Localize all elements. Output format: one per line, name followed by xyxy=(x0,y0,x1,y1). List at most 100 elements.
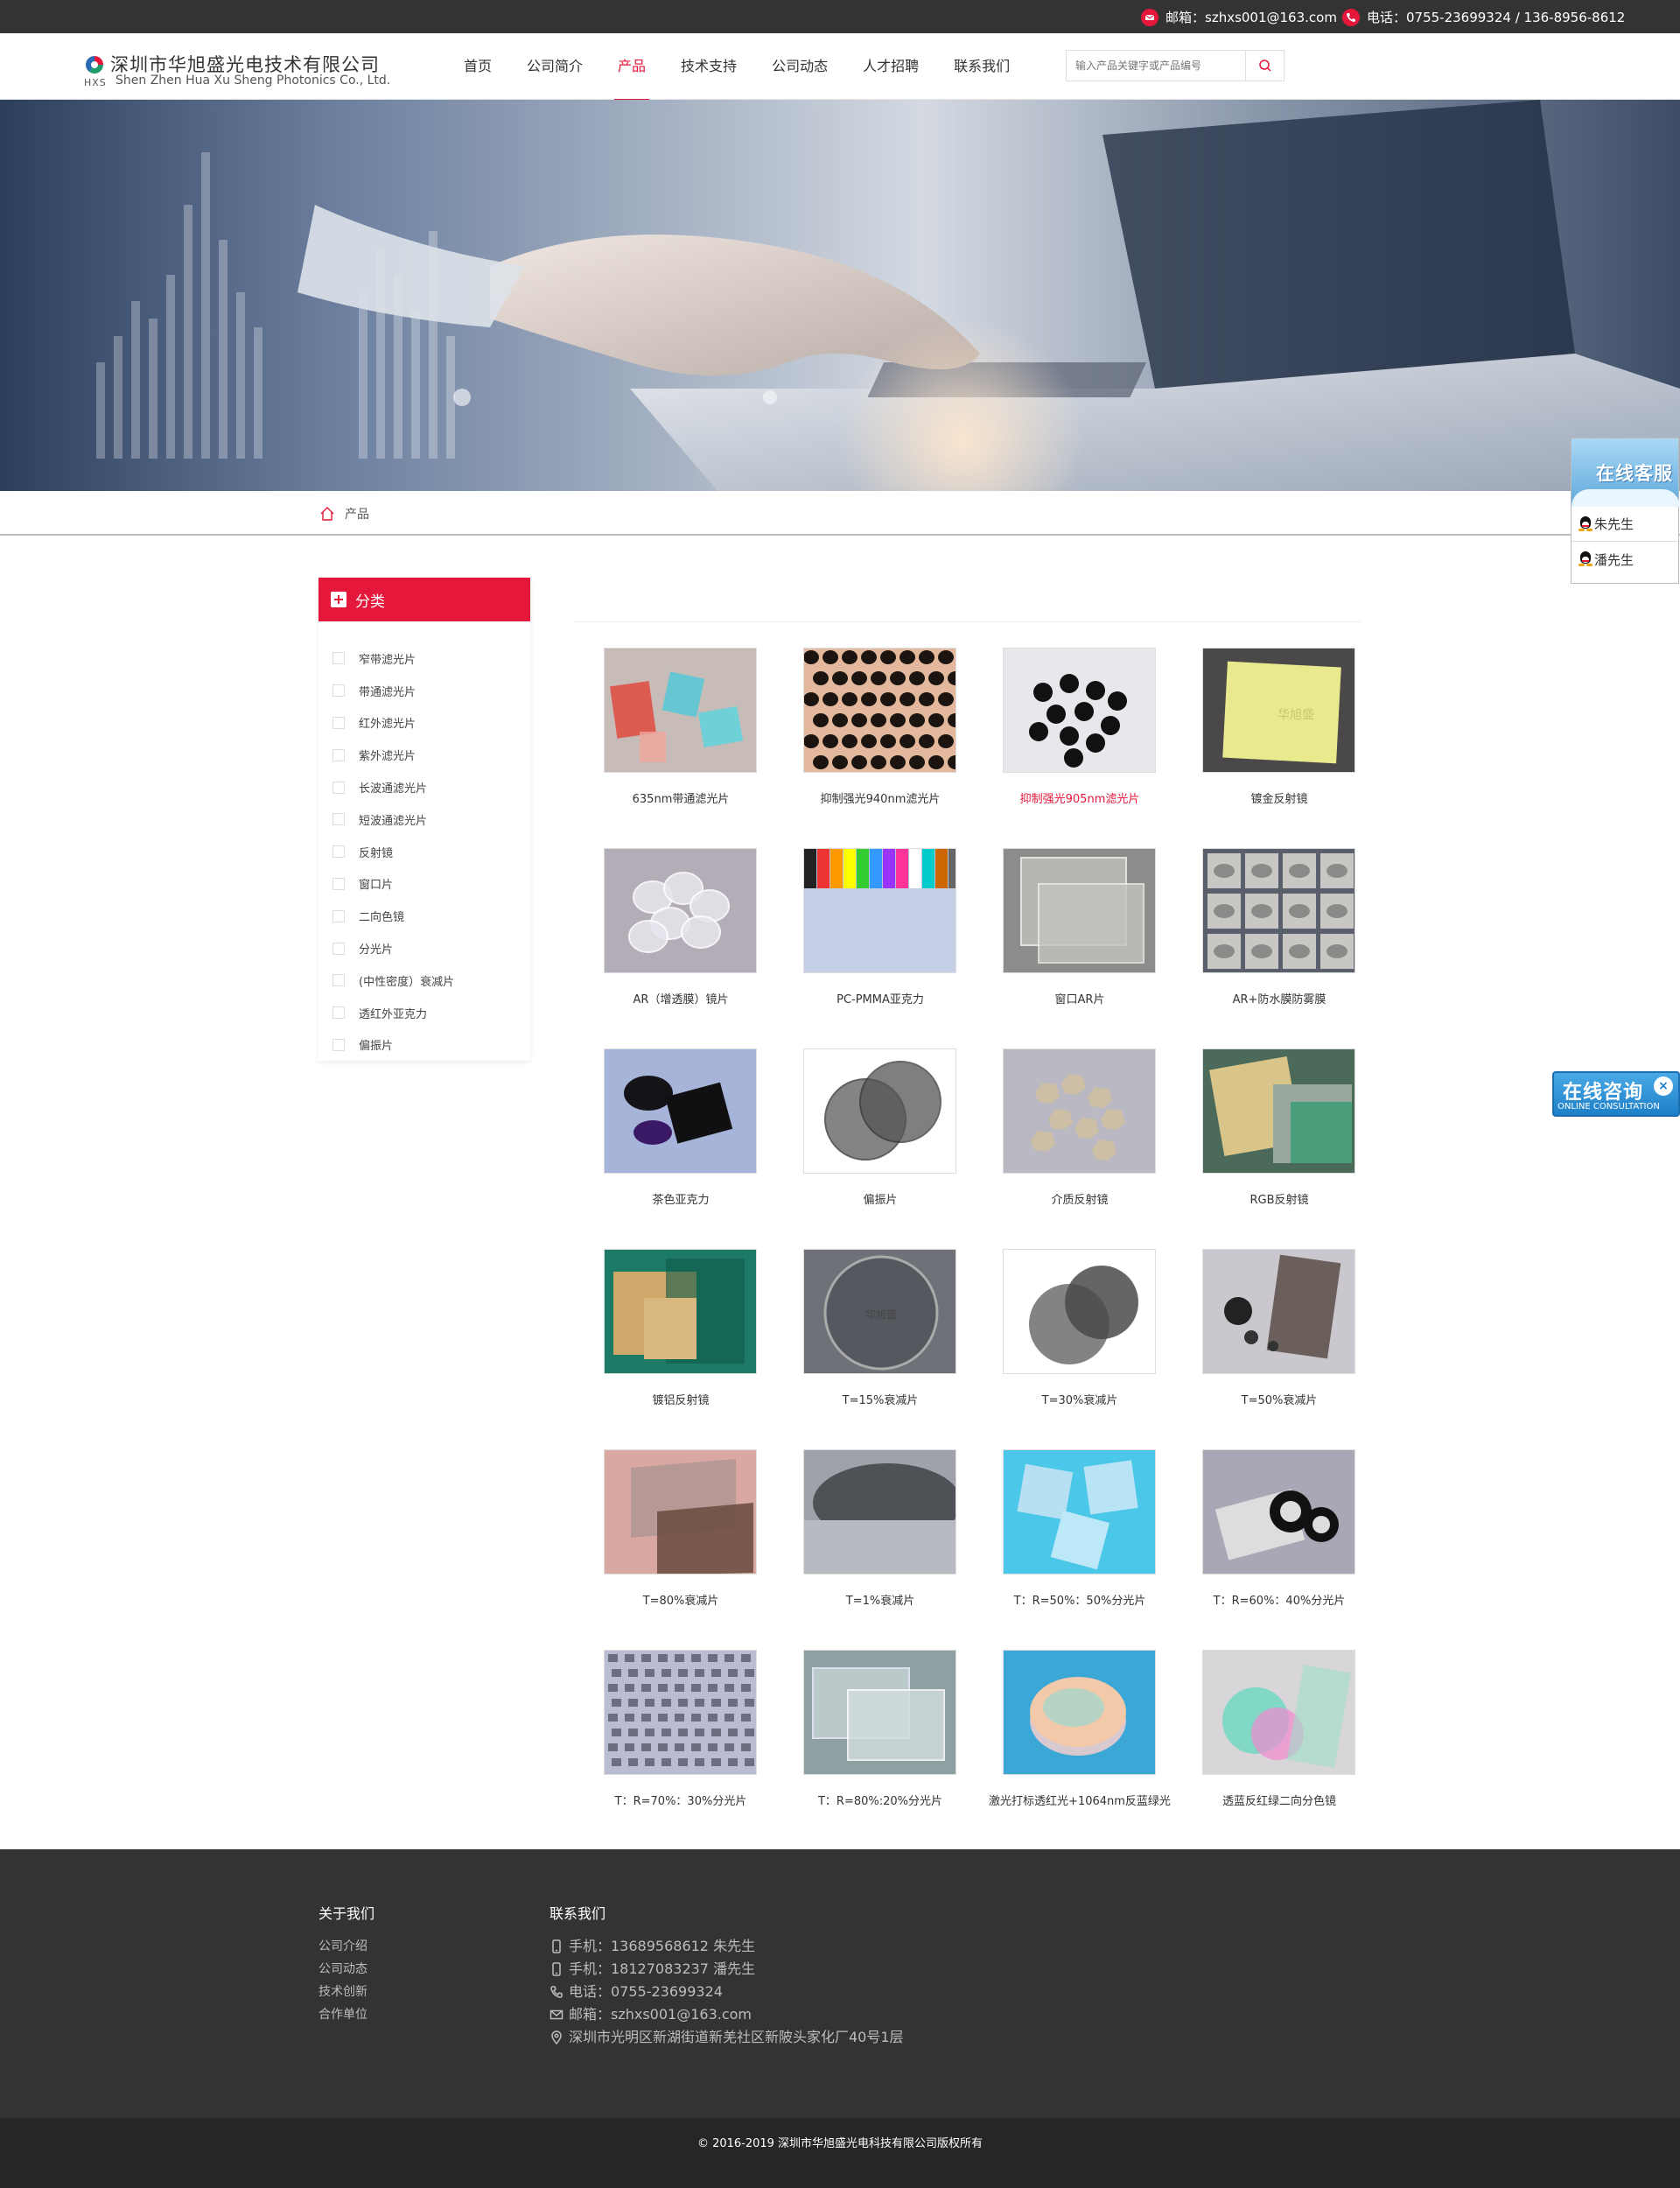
nav-news[interactable]: 公司动态 xyxy=(754,33,845,100)
product-title[interactable]: 镀金反射镜 xyxy=(1187,792,1371,807)
product-image[interactable] xyxy=(604,848,757,973)
home-icon[interactable] xyxy=(318,505,336,522)
product-title[interactable]: T=80%衰减片 xyxy=(589,1594,773,1609)
product-title[interactable]: 透蓝反红绿二向分色镜 xyxy=(1187,1794,1371,1809)
product-image[interactable] xyxy=(604,1650,757,1775)
product-title[interactable]: 偏振片 xyxy=(788,1193,972,1208)
service-agent-link[interactable]: 朱先生 xyxy=(1572,507,1678,542)
product-image[interactable] xyxy=(1202,1048,1355,1174)
product-card[interactable]: 抑制强光940nm滤光片 xyxy=(803,648,956,807)
product-image[interactable] xyxy=(604,1449,757,1574)
product-card[interactable]: T=1%衰减片 xyxy=(803,1449,956,1609)
category-item[interactable]: 反射镜 xyxy=(318,836,530,868)
search-input[interactable] xyxy=(1067,51,1245,81)
product-title[interactable]: AR+防水膜防雾膜 xyxy=(1187,992,1371,1007)
product-image[interactable] xyxy=(1202,1449,1355,1574)
product-card[interactable]: 透蓝反红绿二向分色镜 xyxy=(1202,1650,1355,1809)
category-item[interactable]: 带通滤光片 xyxy=(318,675,530,707)
product-image[interactable] xyxy=(1003,648,1156,773)
product-card[interactable]: T=30%衰减片 xyxy=(1003,1249,1156,1408)
product-title[interactable]: T：R=80%:20%分光片 xyxy=(788,1794,972,1809)
product-image[interactable] xyxy=(1003,1249,1156,1374)
nav-home[interactable]: 首页 xyxy=(446,33,509,100)
product-card[interactable]: 偏振片 xyxy=(803,1048,956,1208)
product-title[interactable]: 窗口AR片 xyxy=(988,992,1172,1007)
product-card[interactable]: 华旭盛 T=15%衰减片 xyxy=(803,1249,956,1408)
category-item[interactable]: 偏振片 xyxy=(318,1029,530,1062)
product-card[interactable]: 介质反射镜 xyxy=(1003,1048,1156,1208)
search-button[interactable] xyxy=(1245,51,1284,81)
nav-tech-support[interactable]: 技术支持 xyxy=(663,33,754,100)
product-title[interactable]: 茶色亚克力 xyxy=(589,1193,773,1208)
category-item[interactable]: 窗口片 xyxy=(318,868,530,901)
category-item[interactable]: 紫外滤光片 xyxy=(318,739,530,771)
category-item[interactable]: 分光片 xyxy=(318,932,530,964)
product-card[interactable]: 激光打标透红光+1064nm反蓝绿光 xyxy=(989,1650,1171,1809)
product-title[interactable]: T=15%衰减片 xyxy=(788,1393,972,1408)
nav-careers[interactable]: 人才招聘 xyxy=(845,33,936,100)
footer-link[interactable]: 技术创新 xyxy=(318,1981,374,2003)
online-consult-button[interactable]: 在线咨询 ONLINE CONSULTATION × xyxy=(1552,1071,1680,1117)
product-card[interactable]: T：R=50%：50%分光片 xyxy=(1003,1449,1156,1609)
product-image[interactable] xyxy=(1003,1449,1156,1574)
category-item[interactable]: 二向色镜 xyxy=(318,900,530,932)
product-title[interactable]: 介质反射镜 xyxy=(988,1193,1172,1208)
product-image[interactable] xyxy=(1003,1650,1156,1775)
product-title[interactable]: 抑制强光905nm滤光片 xyxy=(988,792,1172,807)
product-card[interactable]: RGB反射镜 xyxy=(1202,1048,1355,1208)
product-title[interactable]: PC-PMMA亚克力 xyxy=(788,992,972,1007)
breadcrumb-current[interactable]: 产品 xyxy=(345,505,369,522)
footer-link[interactable]: 公司介绍 xyxy=(318,1935,374,1958)
product-title[interactable]: T：R=70%：30%分光片 xyxy=(589,1794,773,1809)
category-item[interactable]: 窄带滤光片 xyxy=(318,642,530,675)
product-image[interactable] xyxy=(604,648,757,773)
product-title[interactable]: T：R=60%：40%分光片 xyxy=(1187,1594,1371,1609)
product-image[interactable] xyxy=(1202,848,1355,973)
product-image[interactable] xyxy=(604,1048,757,1174)
product-title[interactable]: T=30%衰减片 xyxy=(988,1393,1172,1408)
product-card[interactable]: AR+防水膜防雾膜 xyxy=(1202,848,1355,1007)
product-card[interactable]: 茶色亚克力 xyxy=(604,1048,757,1208)
product-card[interactable]: 华旭盛 镀金反射镜 xyxy=(1202,648,1355,807)
product-title[interactable]: 635nm带通滤光片 xyxy=(589,792,773,807)
nav-contact[interactable]: 联系我们 xyxy=(936,33,1027,100)
category-item[interactable]: 长波通滤光片 xyxy=(318,771,530,803)
product-card[interactable]: 窗口AR片 xyxy=(1003,848,1156,1007)
product-image[interactable] xyxy=(1003,1048,1156,1174)
nav-products[interactable]: 产品 xyxy=(600,33,663,101)
product-title[interactable]: 激光打标透红光+1064nm反蓝绿光 xyxy=(988,1794,1172,1809)
product-card[interactable]: T：R=60%：40%分光片 xyxy=(1202,1449,1355,1609)
footer-link[interactable]: 公司动态 xyxy=(318,1958,374,1981)
product-card[interactable]: T：R=80%:20%分光片 xyxy=(803,1650,956,1809)
nav-about[interactable]: 公司简介 xyxy=(509,33,600,100)
product-title[interactable]: T：R=50%：50%分光片 xyxy=(988,1594,1172,1609)
product-card[interactable]: PC-PMMA亚克力 xyxy=(803,848,956,1007)
product-image[interactable] xyxy=(803,1650,956,1775)
product-card[interactable]: T：R=70%：30%分光片 xyxy=(604,1650,757,1809)
product-title[interactable]: 镀铝反射镜 xyxy=(589,1393,773,1408)
product-title[interactable]: RGB反射镜 xyxy=(1187,1193,1371,1208)
product-image[interactable] xyxy=(803,648,956,773)
close-icon[interactable]: × xyxy=(1654,1076,1673,1096)
product-image[interactable] xyxy=(1202,1249,1355,1374)
product-title[interactable]: T=1%衰减片 xyxy=(788,1594,972,1609)
product-image[interactable] xyxy=(604,1249,757,1374)
category-item[interactable]: 透红外亚克力 xyxy=(318,997,530,1029)
category-item[interactable]: (中性密度）衰减片 xyxy=(318,964,530,997)
product-image[interactable] xyxy=(803,1048,956,1174)
product-title[interactable]: T=50%衰减片 xyxy=(1187,1393,1371,1408)
product-card[interactable]: 镀铝反射镜 xyxy=(604,1249,757,1408)
product-card[interactable]: AR（增透膜）镜片 xyxy=(604,848,757,1007)
product-card[interactable]: T=80%衰减片 xyxy=(604,1449,757,1609)
footer-link[interactable]: 合作单位 xyxy=(318,2003,374,2026)
product-image[interactable] xyxy=(1202,1650,1355,1775)
product-card[interactable]: T=50%衰减片 xyxy=(1202,1249,1355,1408)
product-title[interactable]: 抑制强光940nm滤光片 xyxy=(788,792,972,807)
category-item[interactable]: 短波通滤光片 xyxy=(318,803,530,836)
product-card[interactable]: 抑制强光905nm滤光片 xyxy=(1003,648,1156,807)
company-logo[interactable]: 深圳市华旭盛光电技术有限公司 HXS Shen Zhen Hua Xu Shen… xyxy=(84,51,416,89)
product-image[interactable] xyxy=(1003,848,1156,973)
product-image[interactable] xyxy=(803,1449,956,1574)
product-image[interactable]: 华旭盛 xyxy=(1202,648,1355,773)
product-image[interactable]: 华旭盛 xyxy=(803,1249,956,1374)
